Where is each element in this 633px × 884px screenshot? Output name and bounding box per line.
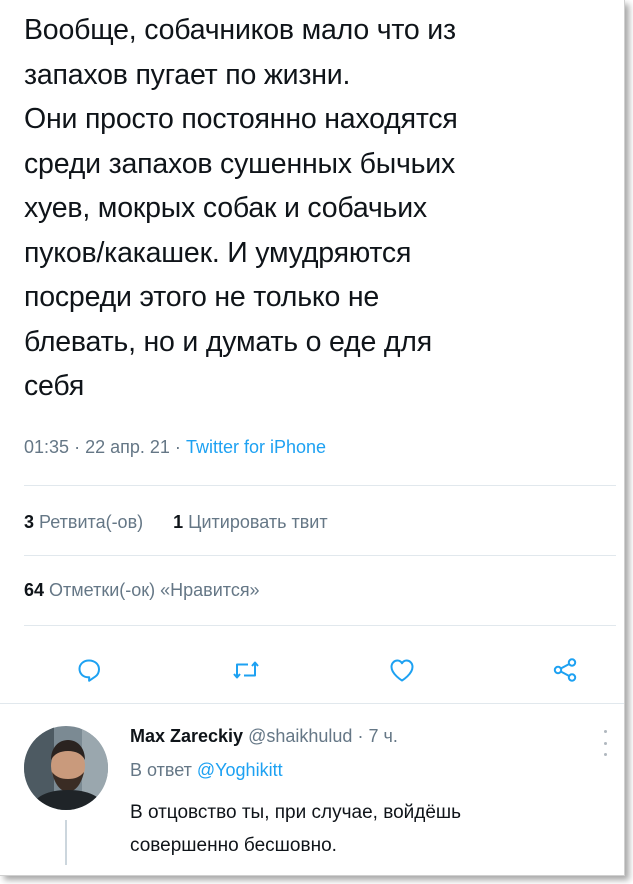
retweets-link[interactable]: 3 Ретвита(-ов) [24, 512, 143, 532]
reply-header: Max Zareckiy @shaikhulud · 7 ч. [130, 726, 398, 747]
avatar[interactable] [24, 726, 108, 810]
more-icon-dot [603, 753, 607, 756]
action-bar [0, 648, 624, 692]
meta-separator: · [174, 437, 181, 457]
reply-to-mention[interactable]: @Yoghikitt [197, 760, 283, 780]
tweet-date[interactable]: 22 апр. 21 [85, 437, 170, 457]
reply-time[interactable]: 7 ч. [368, 726, 397, 746]
quotes-label: Цитировать твит [188, 512, 328, 532]
likes-label: Отметки(-ок) «Нравится» [49, 580, 260, 600]
share-icon [553, 658, 577, 682]
likes-count: 64 [24, 580, 45, 600]
retweet-stats: 3 Ретвита(-ов) 1 Цитировать твит [24, 512, 328, 533]
retweets-label: Ретвита(-ов) [39, 512, 144, 532]
tweet-text: Вообще, собачников мало что из запахов п… [24, 14, 458, 402]
retweets-count: 3 [24, 512, 35, 532]
tweet-source[interactable]: Twitter for iPhone [186, 437, 326, 457]
reply-button[interactable] [67, 648, 111, 692]
divider [24, 555, 616, 556]
quotes-count: 1 [173, 512, 184, 532]
reply-author-name[interactable]: Max Zareckiy [130, 726, 243, 746]
reply-separator: · [357, 726, 364, 746]
tweet-card: Вообще, собачников мало что из запахов п… [0, 0, 625, 876]
reply-icon [78, 659, 100, 682]
more-button[interactable] [600, 730, 610, 756]
tweet-meta: 01:35 · 22 апр. 21 · Twitter for iPhone [24, 437, 326, 458]
more-icon-dot [603, 741, 607, 745]
divider [24, 625, 616, 626]
tweet-time[interactable]: 01:35 [24, 437, 69, 457]
likes-stats[interactable]: 64 Отметки(-ок) «Нравится» [24, 580, 260, 601]
retweet-button[interactable] [224, 648, 268, 692]
retweet-icon [233, 661, 259, 679]
share-button[interactable] [543, 648, 587, 692]
divider [24, 485, 616, 486]
meta-separator: · [74, 437, 81, 457]
avatar-image [24, 726, 108, 810]
reply-author-handle[interactable]: @shaikhulud [248, 726, 352, 746]
more-icon [603, 730, 607, 733]
quotes-link[interactable]: 1 Цитировать твит [173, 512, 327, 532]
reply-tweet[interactable]: Max Zareckiy @shaikhulud · 7 ч. В ответ … [0, 700, 624, 875]
reply-to-line: В ответ @Yoghikitt [130, 760, 283, 781]
heart-icon [390, 659, 414, 682]
thread-line [65, 820, 67, 865]
reply-text: В отцовство ты, при случае, войдёшь сове… [130, 802, 462, 856]
reply-to-label: В ответ [130, 760, 192, 780]
like-button[interactable] [380, 648, 424, 692]
